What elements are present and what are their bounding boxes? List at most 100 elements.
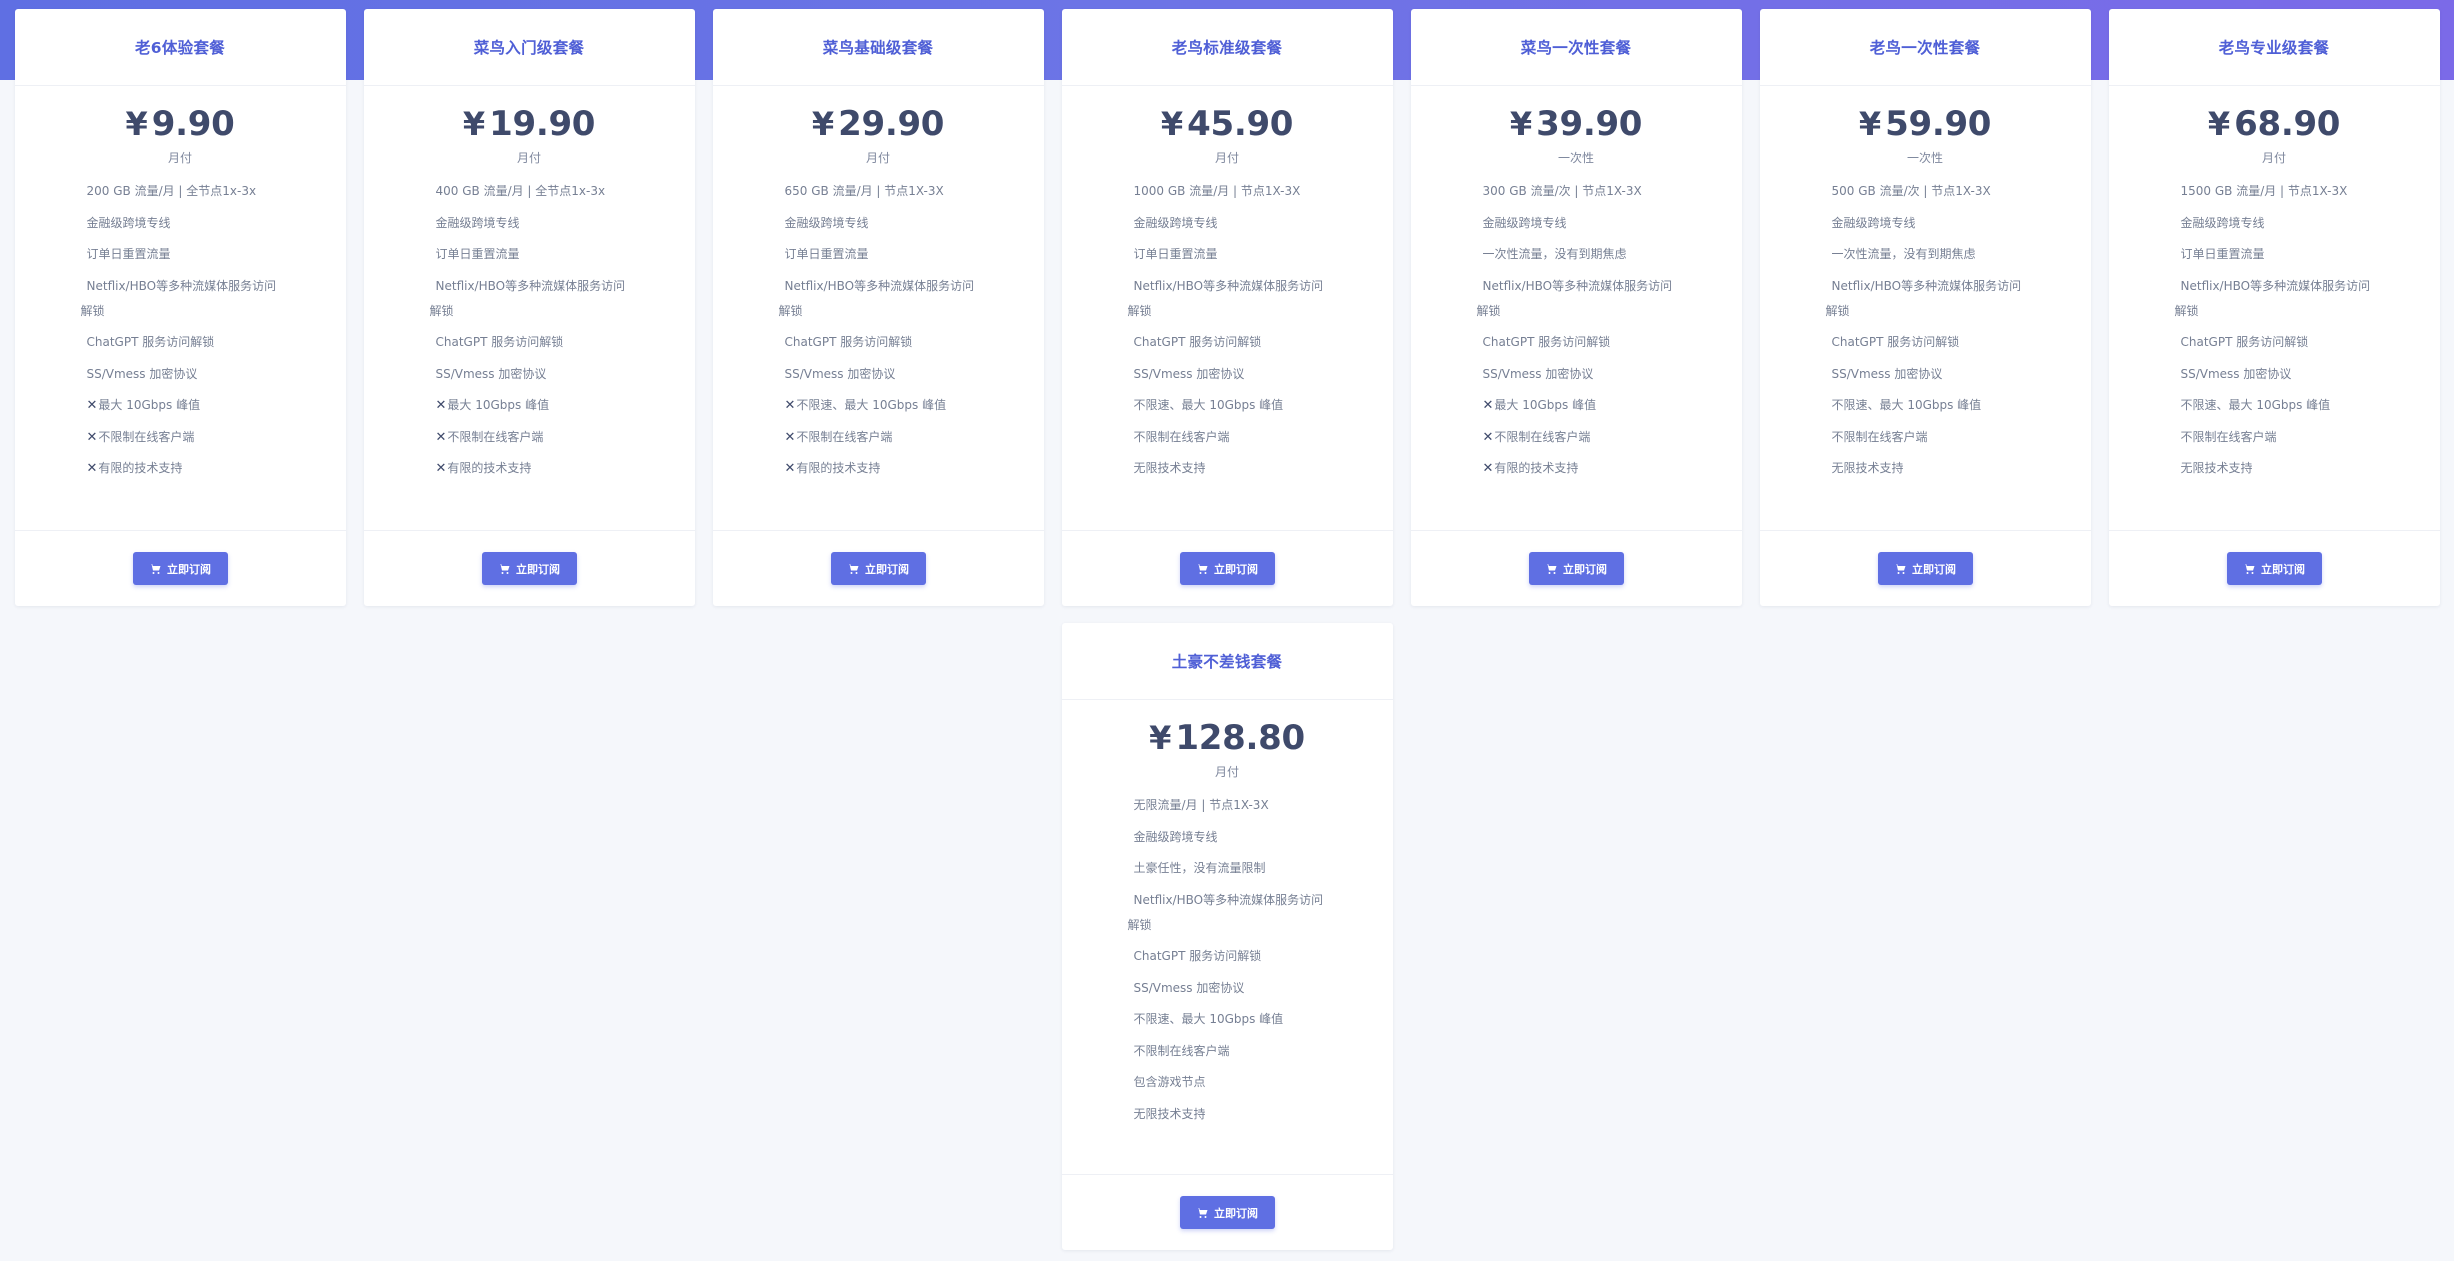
plan-price: ¥29.90 (713, 107, 1044, 141)
currency-symbol: ¥ (1149, 719, 1172, 757)
plan-card-body: ¥128.80 月付 无限流量/月 | 节点1X-3X 金融级跨境专线 土豪任性，没… (1062, 700, 1393, 1174)
x-mark-icon: ✕ (86, 429, 98, 445)
feature-item: 金融级跨境专线 (784, 215, 869, 230)
billing-period: 月付 (865, 151, 890, 165)
feature-item: ✕最大 10Gbps 峰值 (1482, 398, 1597, 413)
plan-card: 老鸟一次性套餐 ¥59.90 一次性 500 GB 流量/次 | 节点1X-3X… (1759, 9, 2091, 606)
feature-item: 不限速、最大 10Gbps 峰值 (2180, 398, 2331, 412)
x-mark-icon: ✕ (86, 398, 98, 413)
subscribe-button[interactable]: 立即订阅 (132, 552, 228, 585)
currency-symbol: ¥ (462, 105, 486, 143)
feature-item: 不限速、最大 10Gbps 峰值 (1133, 398, 1284, 412)
plan-card-header: 老鸟专业级套餐 (2108, 9, 2440, 86)
shopping-cart-icon (149, 563, 161, 575)
plan-card: 老6体验套餐 ¥9.90 月付 200 GB 流量/月 | 全节点1x-3x 金融… (14, 9, 346, 606)
x-mark-icon: ✕ (784, 429, 796, 445)
feature-item: SS/Vmess 加密协议 (86, 366, 198, 381)
feature-list: 400 GB 流量/月 | 全节点1x-3x 金融级跨境专线 订单日重置流量 Netf… (364, 179, 695, 481)
feature-item: ✕有限的技术支持 (784, 461, 881, 476)
currency-symbol: ¥ (1160, 105, 1184, 143)
feature-item: ChatGPT 服务访问解锁 (1133, 949, 1262, 963)
feature-list: 300 GB 流量/次 | 节点1X-3X 金融级跨境专线 一次性流量，没有到期焦虑… (1411, 179, 1742, 481)
x-mark-icon: ✕ (86, 461, 98, 476)
feature-item: ✕有限的技术支持 (435, 461, 532, 476)
currency-symbol: ¥ (1509, 105, 1533, 143)
shopping-cart-icon (498, 563, 510, 575)
feature-item: SS/Vmess 加密协议 (1482, 366, 1594, 381)
feature-item: 订单日重置流量 (435, 247, 520, 261)
feature-item: SS/Vmess 加密协议 (1133, 366, 1245, 381)
billing-period: 一次性 (1557, 151, 1594, 165)
feature-item: ✕不限制在线客户端 (784, 429, 893, 445)
x-mark-icon: ✕ (784, 461, 796, 476)
plan-title: 老鸟专业级套餐 (2218, 39, 2330, 57)
feature-item: ChatGPT 服务访问解锁 (2180, 335, 2309, 349)
feature-item: 1500 GB 流量/月 | 节点1X-3X (2180, 184, 2348, 198)
plan-title: 菜鸟入门级套餐 (473, 39, 585, 57)
feature-item: 不限速、最大 10Gbps 峰值 (1831, 398, 1982, 412)
feature-item: 订单日重置流量 (1133, 247, 1218, 261)
plan-card-body: ¥68.90 月付 1500 GB 流量/月 | 节点1X-3X 金融级跨境专线订… (2109, 86, 2440, 530)
subscribe-button[interactable]: 立即订阅 (2226, 552, 2322, 585)
subscribe-label: 立即订阅 (167, 562, 211, 576)
subscribe-button[interactable]: 立即订阅 (1528, 552, 1624, 585)
subscribe-label: 立即订阅 (1563, 562, 1607, 576)
price-amount: 29.90 (838, 104, 945, 144)
feature-item: ✕不限制在线客户端 (1482, 429, 1591, 445)
plan-price: ¥45.90 (1062, 107, 1393, 141)
subscribe-button[interactable]: 立即订阅 (830, 552, 926, 585)
price-amount: 39.90 (1536, 104, 1643, 144)
feature-list: 650 GB 流量/月 | 节点1X-3X 金融级跨境专线 订单日重置流量 Netfl… (713, 179, 1044, 481)
currency-symbol: ¥ (811, 105, 835, 143)
feature-item: ChatGPT 服务访问解锁 (1482, 335, 1611, 349)
subscribe-button[interactable]: 立即订阅 (1179, 552, 1275, 585)
feature-item: 金融级跨境专线 (1133, 215, 1218, 230)
feature-item: ChatGPT 服务访问解锁 (1133, 335, 1262, 349)
plan-card-footer: 立即订阅 (1410, 530, 1742, 606)
billing-period: 月付 (167, 151, 192, 165)
billing-period: 一次性 (1906, 151, 1943, 165)
feature-item: SS/Vmess 加密协议 (1133, 980, 1245, 995)
feature-item: ChatGPT 服务访问解锁 (86, 335, 215, 349)
price-amount: 9.90 (151, 104, 235, 144)
feature-item: 包含游戏节点 (1133, 1075, 1206, 1089)
feature-item: SS/Vmess 加密协议 (435, 366, 547, 381)
feature-item: 一次性流量，没有到期焦虑 (1482, 247, 1627, 261)
plan-title: 土豪不差钱套餐 (1171, 653, 1283, 671)
feature-item: Netflix/HBO等多种流媒体服务访问解锁 (1476, 278, 1673, 318)
feature-item: ✕有限的技术支持 (86, 461, 183, 476)
plan-card-header: 菜鸟一次性套餐 (1410, 9, 1742, 86)
feature-item: ✕最大 10Gbps 峰值 (435, 398, 550, 413)
x-mark-icon: ✕ (784, 398, 796, 413)
feature-list: 1000 GB 流量/月 | 节点1X-3X 金融级跨境专线 订单日重置流量 Netf… (1062, 179, 1393, 481)
subscribe-label: 立即订阅 (1912, 562, 1956, 576)
shopping-cart-icon (1196, 1207, 1208, 1219)
feature-item: 650 GB 流量/月 | 节点1X-3X (784, 184, 944, 198)
plan-card-body: ¥19.90 月付 400 GB 流量/月 | 全节点1x-3x 金融级跨境专线订… (364, 86, 695, 530)
feature-item: ✕不限制在线客户端 (435, 429, 544, 445)
plan-card-header: 老鸟一次性套餐 (1759, 9, 2091, 86)
feature-item: 金融级跨境专线 (1133, 829, 1218, 844)
subscribe-button[interactable]: 立即订阅 (1179, 1196, 1275, 1229)
feature-item: 订单日重置流量 (784, 247, 869, 261)
feature-item: ChatGPT 服务访问解锁 (1831, 335, 1960, 349)
subscribe-button[interactable]: 立即订阅 (1877, 552, 1973, 585)
feature-item: 金融级跨境专线 (1831, 215, 1916, 230)
plan-card-header: 土豪不差钱套餐 (1061, 623, 1393, 700)
billing-period: 月付 (516, 151, 541, 165)
plans-grid: 老6体验套餐 ¥9.90 月付 200 GB 流量/月 | 全节点1x-3x 金融… (12, 9, 2442, 1250)
feature-list: 500 GB 流量/次 | 节点1X-3X 金融级跨境专线 一次性流量，没有到期焦虑… (1760, 179, 2091, 481)
shopping-cart-icon (2243, 563, 2255, 575)
plan-card-header: 菜鸟基础级套餐 (712, 9, 1044, 86)
billing-period: 月付 (1214, 765, 1239, 779)
currency-symbol: ¥ (2207, 105, 2231, 143)
subscribe-button[interactable]: 立即订阅 (481, 552, 577, 585)
plan-card: 菜鸟一次性套餐 ¥39.90 一次性 300 GB 流量/次 | 节点1X-3X… (1410, 9, 1742, 606)
feature-item: Netflix/HBO等多种流媒体服务访问解锁 (1127, 892, 1324, 932)
feature-item: 不限制在线客户端 (1831, 429, 1928, 444)
plan-card-body: ¥45.90 月付 1000 GB 流量/月 | 节点1X-3X 金融级跨境专线订… (1062, 86, 1393, 530)
currency-symbol: ¥ (125, 105, 148, 143)
x-mark-icon: ✕ (1482, 461, 1494, 476)
plan-card: 老鸟标准级套餐 ¥45.90 月付 1000 GB 流量/月 | 节点1X-3X… (1061, 9, 1393, 606)
shopping-cart-icon (1196, 563, 1208, 575)
